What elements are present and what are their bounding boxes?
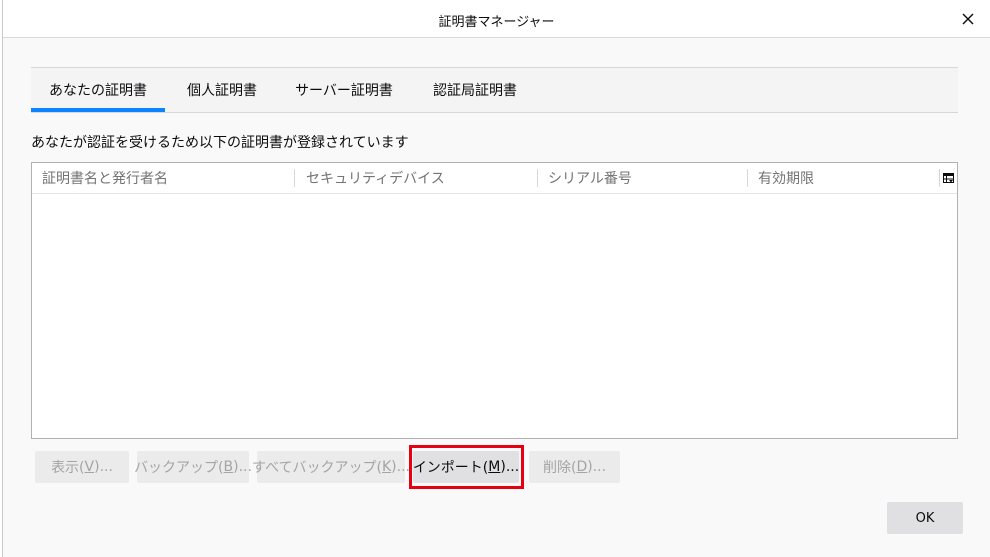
tab-description: あなたが認証を受けるため以下の証明書が登録されています [31, 135, 409, 151]
delete-button[interactable]: 削除(D)... [529, 451, 620, 483]
tab-server-certificates[interactable]: サーバー証明書 [279, 68, 409, 112]
column-header-security-device[interactable]: セキュリティデバイス [295, 163, 538, 193]
tab-your-certificates[interactable]: あなたの証明書 [31, 68, 165, 112]
column-header-serial-number[interactable]: シリアル番号 [538, 163, 748, 193]
backup-all-button[interactable]: すべてバックアップ(K)... [252, 451, 410, 483]
view-button[interactable]: 表示(V)... [35, 451, 129, 483]
import-button[interactable]: インポート(M)... [413, 451, 519, 483]
title-bar: 証明書マネージャー [3, 0, 990, 38]
certificate-tree[interactable]: 証明書名と発行者名 セキュリティデバイス シリアル番号 有効期限 [31, 162, 958, 439]
tab-personal-certificates[interactable]: 個人証明書 [165, 68, 279, 112]
tree-header: 証明書名と発行者名 セキュリティデバイス シリアル番号 有効期限 [32, 163, 957, 194]
column-picker-icon [943, 172, 954, 183]
close-icon [962, 13, 974, 25]
window-title: 証明書マネージャー [438, 15, 555, 30]
column-header-cert-name[interactable]: 証明書名と発行者名 [32, 163, 295, 193]
ok-button[interactable]: OK [887, 502, 963, 534]
tree-body[interactable] [32, 194, 957, 438]
backup-button[interactable]: バックアップ(B)... [134, 451, 252, 483]
close-button[interactable] [958, 9, 978, 29]
column-header-expires[interactable]: 有効期限 [748, 163, 940, 193]
column-picker-button[interactable] [940, 163, 957, 193]
tab-bar: あなたの証明書 個人証明書 サーバー証明書 認証局証明書 [31, 67, 958, 113]
window-frame-edge [0, 0, 3, 557]
tab-authority-certificates[interactable]: 認証局証明書 [409, 68, 541, 112]
